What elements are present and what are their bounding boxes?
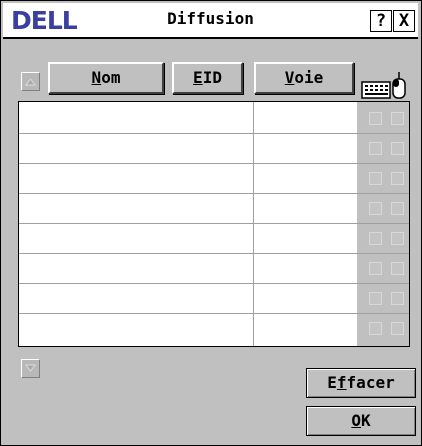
- keyboard-checkbox[interactable]: [369, 112, 382, 125]
- mouse-icon: [392, 72, 406, 99]
- mouse-checkbox[interactable]: [391, 232, 404, 245]
- mouse-checkbox[interactable]: [391, 292, 404, 305]
- keyboard-checkbox[interactable]: [369, 262, 382, 275]
- scroll-up-button[interactable]: [21, 72, 40, 91]
- clear-button-rest: facer: [346, 373, 395, 392]
- mouse-checkbox[interactable]: [391, 322, 404, 335]
- down-arrow-icon: [25, 364, 36, 372]
- column-header-eid-rest: ID: [202, 68, 222, 87]
- help-button[interactable]: ?: [370, 10, 392, 32]
- table-row[interactable]: [19, 162, 409, 194]
- broadcast-dialog: DELL Diffusion ? X Nom EID Voie Effacer …: [0, 0, 422, 446]
- table-row[interactable]: [19, 132, 409, 164]
- broadcast-list: [18, 101, 410, 347]
- dialog-title: Diffusion: [167, 9, 254, 28]
- mouse-checkbox[interactable]: [391, 112, 404, 125]
- ok-button[interactable]: OK: [306, 406, 416, 436]
- keyboard-checkbox[interactable]: [369, 142, 382, 155]
- keyboard-checkbox[interactable]: [369, 322, 382, 335]
- clear-button[interactable]: Effacer: [306, 368, 416, 398]
- table-row[interactable]: [19, 252, 409, 284]
- mouse-checkbox[interactable]: [391, 172, 404, 185]
- column-header-port-mnemonic: V: [284, 68, 295, 87]
- keyboard-checkbox[interactable]: [369, 172, 382, 185]
- column-header-name-mnemonic: N: [91, 68, 102, 87]
- column-header-name-rest: om: [101, 68, 121, 87]
- table-row[interactable]: [19, 192, 409, 224]
- column-header-eid[interactable]: EID: [172, 62, 243, 94]
- keyboard-checkbox[interactable]: [369, 202, 382, 215]
- keyboard-checkbox[interactable]: [369, 232, 382, 245]
- title-bar: DELL Diffusion ? X: [3, 3, 418, 39]
- mouse-checkbox[interactable]: [391, 262, 404, 275]
- column-header-name[interactable]: Nom: [48, 62, 164, 94]
- mouse-checkbox[interactable]: [391, 142, 404, 155]
- close-button[interactable]: X: [393, 10, 415, 32]
- scroll-down-button[interactable]: [21, 359, 40, 378]
- column-header-port-rest: oie: [294, 68, 324, 87]
- clear-button-mnemonic: f: [336, 373, 347, 392]
- table-row[interactable]: [19, 312, 409, 343]
- keyboard-checkbox[interactable]: [369, 292, 382, 305]
- table-row[interactable]: [19, 282, 409, 314]
- column-header-eid-mnemonic: E: [193, 68, 203, 87]
- up-arrow-icon: [25, 78, 36, 86]
- table-row[interactable]: [19, 102, 409, 134]
- column-header-port[interactable]: Voie: [254, 62, 354, 94]
- ok-button-mnemonic: O: [351, 411, 361, 430]
- ok-button-rest: K: [361, 411, 371, 430]
- clear-button-label: E: [327, 373, 337, 392]
- table-row[interactable]: [19, 222, 409, 254]
- mouse-checkbox[interactable]: [391, 202, 404, 215]
